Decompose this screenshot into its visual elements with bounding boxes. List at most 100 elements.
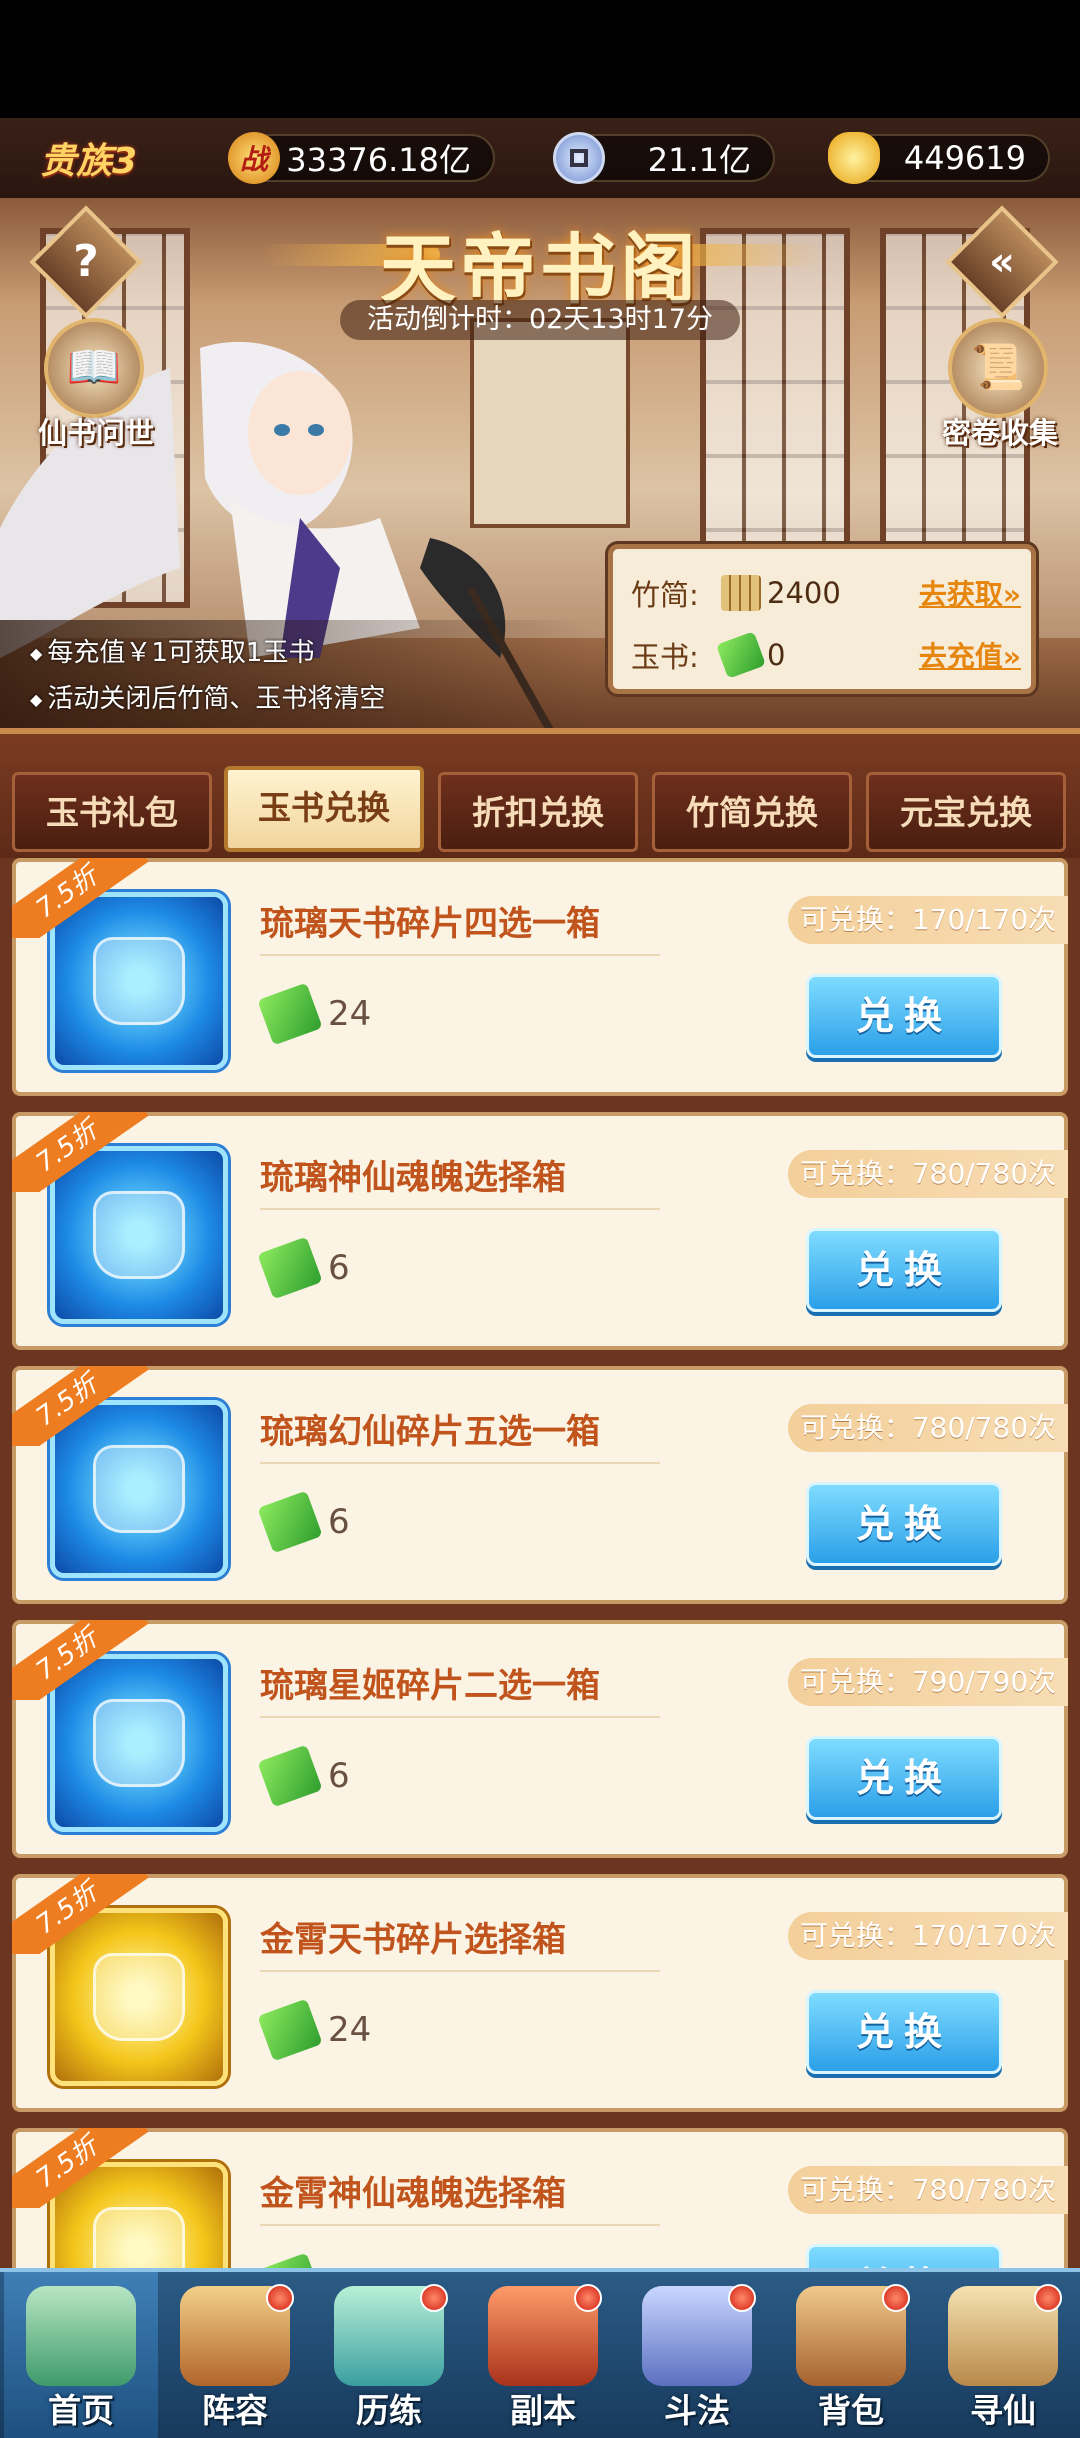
item-cost: 6 — [328, 1756, 350, 1796]
bamboo-row: 竹简: 2400 去获取» — [631, 567, 1021, 619]
jade-book-icon — [257, 982, 323, 1046]
nav-dungeon[interactable]: 副本 — [466, 2272, 620, 2438]
exchange-list[interactable]: 7.5折 琉璃天书碎片四选一箱 24 可兑换：170/170次 兑换 7.5折 … — [0, 858, 1080, 2268]
exchange-item: 7.5折 琉璃天书碎片四选一箱 24 可兑换：170/170次 兑换 — [12, 858, 1068, 1096]
jade-book-icon — [257, 2252, 323, 2268]
discount-badge: 7.5折 — [12, 1874, 152, 1954]
exchange-button[interactable]: 兑换 — [806, 1482, 1002, 1566]
open-book-icon: 📖 — [44, 318, 144, 418]
nav-label: 历练 — [356, 2391, 422, 2430]
exchange-limit: 可兑换：790/790次 — [788, 1658, 1068, 1706]
tab-jade-gift[interactable]: 玉书礼包 — [12, 772, 212, 852]
exchange-button[interactable]: 兑换 — [806, 1736, 1002, 1820]
vip-level[interactable]: 贵族3 — [40, 132, 137, 184]
notification-dot — [728, 2284, 756, 2312]
resource-bar: 贵族3 战 33376.18亿 21.1亿 449619 — [0, 118, 1080, 198]
silver-value: 21.1亿 — [647, 141, 751, 179]
tab-ingot-exchange[interactable]: 元宝兑换 — [866, 772, 1066, 852]
jade-book-icon — [257, 1998, 323, 2062]
nav-seek-immortal[interactable]: 寻仙 — [926, 2272, 1080, 2438]
nav-label: 背包 — [818, 2391, 884, 2430]
notification-dot — [882, 2284, 910, 2312]
currency-panel: 竹简: 2400 去获取» 玉书: 0 去充值» — [608, 544, 1036, 694]
bamboo-label: 竹简: — [631, 578, 699, 612]
nav-label: 首页 — [48, 2391, 114, 2430]
item-name: 金霄天书碎片选择箱 — [260, 1920, 566, 1960]
exchange-item: 7.5折 金霄天书碎片选择箱 24 可兑换：170/170次 兑换 — [12, 1874, 1068, 2112]
exchange-limit: 可兑换：170/170次 — [788, 896, 1068, 944]
nav-home[interactable]: 首页 — [4, 2272, 158, 2438]
item-name: 琉璃神仙魂魄选择箱 — [260, 1158, 566, 1198]
nav-duel[interactable]: 斗法 — [620, 2272, 774, 2438]
item-cost: 24 — [328, 994, 372, 1034]
nav-training[interactable]: 历练 — [312, 2272, 466, 2438]
exchange-button[interactable]: 兑换 — [806, 2244, 1002, 2268]
nav-lineup[interactable]: 阵容 — [158, 2272, 312, 2438]
exchange-item: 7.5折 琉璃幻仙碎片五选一箱 6 可兑换：780/780次 兑换 — [12, 1366, 1068, 1604]
exchange-item: 7.5折 琉璃星姬碎片二选一箱 6 可兑换：790/790次 兑换 — [12, 1620, 1068, 1858]
tab-bar: 玉书礼包 玉书兑换 折扣兑换 竹简兑换 元宝兑换 — [0, 728, 1080, 858]
jade-label: 玉书: — [631, 640, 699, 674]
power-value: 33376.18亿 — [286, 141, 471, 179]
note-line: 活动关闭后竹简、玉书将清空 — [30, 676, 590, 722]
double-chevron-left-icon: « — [989, 239, 1015, 285]
nav-bag[interactable]: 背包 — [774, 2272, 928, 2438]
nav-label: 阵容 — [202, 2391, 268, 2430]
exchange-item: 7.5折 金霄神仙魂魄选择箱 可兑换：780/780次 兑换 — [12, 2128, 1068, 2268]
event-countdown: 活动倒计时：02天13时17分 — [340, 300, 740, 340]
discount-badge: 7.5折 — [12, 1112, 152, 1192]
secret-scroll-label: 密卷收集 — [941, 416, 1058, 450]
item-cost: 6 — [328, 1502, 350, 1542]
event-title-bar: 天帝书阁 — [260, 208, 820, 314]
item-name: 金霄神仙魂魄选择箱 — [260, 2174, 566, 2214]
gold-value: 449619 — [903, 139, 1026, 177]
mountain-home-icon — [26, 2286, 136, 2386]
bamboo-value: 2400 — [767, 576, 841, 610]
discount-badge: 7.5折 — [12, 1366, 152, 1446]
nav-label: 副本 — [510, 2391, 576, 2430]
exchange-limit: 可兑换：780/780次 — [788, 1150, 1068, 1198]
discount-badge: 7.5折 — [12, 1620, 152, 1700]
notification-dot — [420, 2284, 448, 2312]
jade-value: 0 — [767, 638, 786, 672]
fairy-book-label: 仙书问世 — [37, 416, 154, 450]
note-line: 每充值￥1可获取1玉书 — [30, 630, 590, 676]
exchange-limit: 可兑换：780/780次 — [788, 2166, 1068, 2214]
tab-jade-exchange[interactable]: 玉书兑换 — [224, 766, 424, 852]
get-bamboo-link[interactable]: 去获取» — [919, 573, 1021, 613]
notification-dot — [266, 2284, 294, 2312]
item-name: 琉璃星姬碎片二选一箱 — [260, 1666, 600, 1706]
item-name: 琉璃幻仙碎片五选一箱 — [260, 1412, 600, 1452]
notification-dot — [574, 2284, 602, 2312]
jade-book-icon — [716, 631, 766, 679]
gold-display[interactable]: 449619 — [828, 132, 1050, 184]
exchange-limit: 可兑换：780/780次 — [788, 1404, 1068, 1452]
exchange-button[interactable]: 兑换 — [806, 1228, 1002, 1312]
discount-badge: 7.5折 — [12, 858, 152, 938]
notification-dot — [1034, 2284, 1062, 2312]
tab-bamboo-exchange[interactable]: 竹简兑换 — [652, 772, 852, 852]
event-notes: 每充值￥1可获取1玉书 活动关闭后竹简、玉书将清空 — [30, 630, 590, 722]
gold-ingot-icon — [828, 132, 880, 184]
scroll-icon: 📜 — [948, 318, 1048, 418]
nav-label: 斗法 — [664, 2391, 730, 2430]
fairy-book-button[interactable]: 📖 仙书问世 — [16, 318, 156, 450]
exchange-button[interactable]: 兑换 — [806, 1990, 1002, 2074]
power-display: 战 33376.18亿 — [228, 132, 495, 184]
recharge-link[interactable]: 去充值» — [919, 635, 1021, 675]
event-banner: 天帝书阁 活动倒计时：02天13时17分 ? « 📖 仙书问世 📜 密卷收集 竹… — [0, 198, 1080, 728]
discount-badge: 7.5折 — [12, 2128, 152, 2208]
exchange-button[interactable]: 兑换 — [806, 974, 1002, 1058]
item-cost: 24 — [328, 2010, 372, 2050]
status-bar — [0, 0, 1080, 118]
exchange-limit: 可兑换：170/170次 — [788, 1912, 1068, 1960]
jade-book-icon — [257, 1744, 323, 1808]
silver-display[interactable]: 21.1亿 — [553, 132, 775, 184]
nav-label: 寻仙 — [970, 2391, 1036, 2430]
jade-book-icon — [257, 1490, 323, 1554]
exchange-item: 7.5折 琉璃神仙魂魄选择箱 6 可兑换：780/780次 兑换 — [12, 1112, 1068, 1350]
secret-scroll-button[interactable]: 📜 密卷收集 — [920, 318, 1060, 450]
item-name: 琉璃天书碎片四选一箱 — [260, 904, 600, 944]
item-cost: 6 — [328, 1248, 350, 1288]
tab-discount-exchange[interactable]: 折扣兑换 — [438, 772, 638, 852]
